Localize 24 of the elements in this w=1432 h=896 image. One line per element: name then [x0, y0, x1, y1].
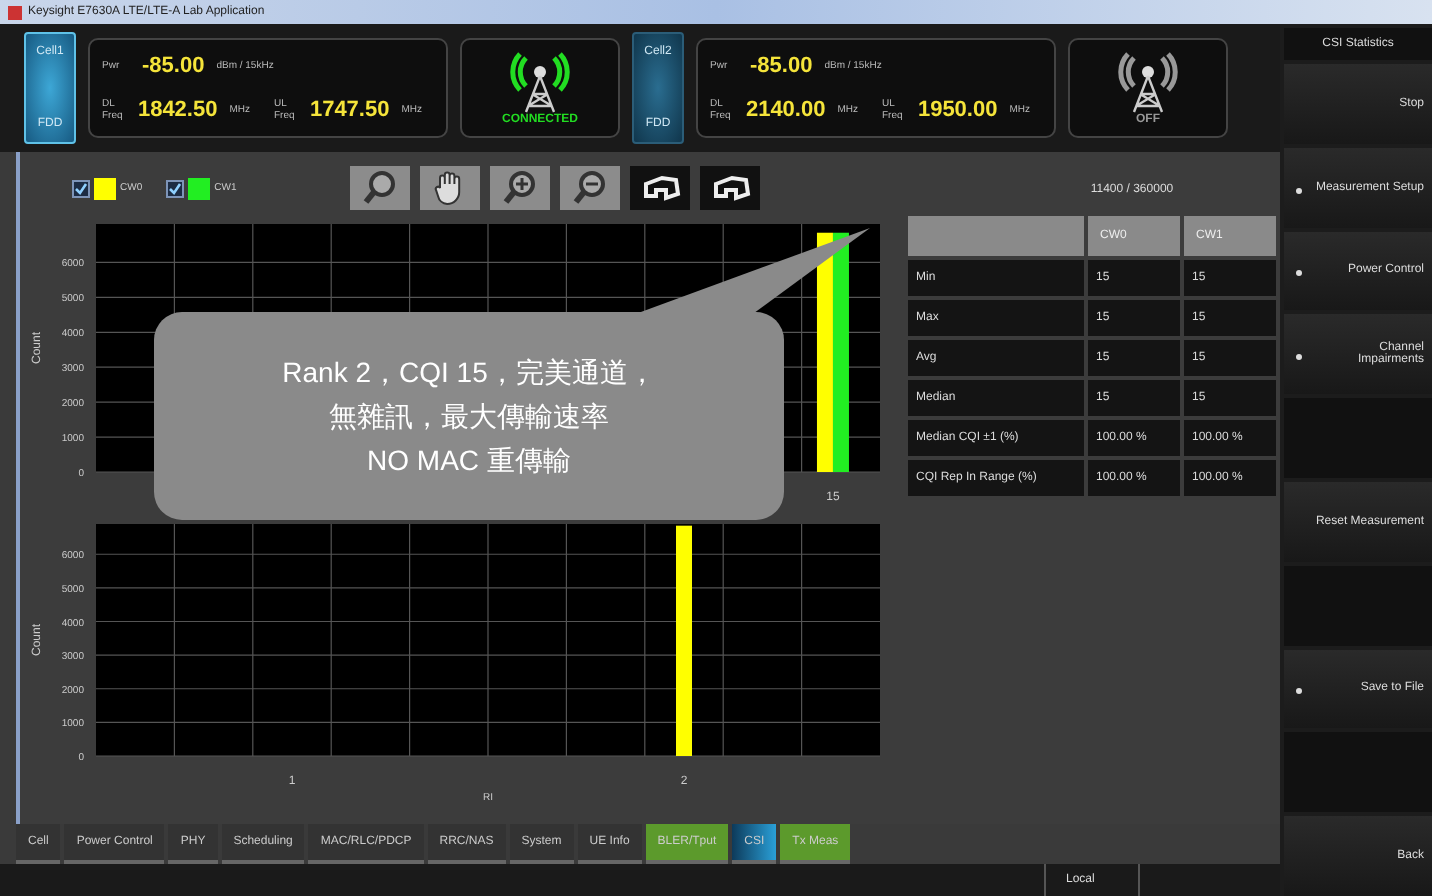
- callout-text: NO MAC 重傳輸: [367, 443, 571, 477]
- checkbox[interactable]: [72, 179, 90, 197]
- undo-icon: [638, 172, 683, 204]
- app-icon: [8, 5, 22, 19]
- callout-text: 無雜訊，最大傳輸速率: [329, 399, 609, 433]
- undo-icon: [708, 172, 753, 204]
- toolbar-button[interactable]: [420, 166, 481, 210]
- toolbar-button[interactable]: [700, 166, 761, 210]
- magnifier-icon: [362, 170, 399, 206]
- power-value: -85.00: [142, 54, 205, 78]
- checkmark-icon: [74, 181, 88, 195]
- frequency-value: 1842.50: [137, 98, 218, 122]
- zoom-out-icon: [572, 170, 609, 206]
- checkmark-icon: [168, 181, 183, 195]
- frequency-value: 2140.00: [745, 98, 826, 122]
- frequency-value: 1747.50: [309, 98, 390, 122]
- signal-tower-icon: [1118, 50, 1178, 114]
- checkbox[interactable]: [166, 179, 185, 197]
- callout-text: Rank 2，CQI 15，完美通道，: [282, 355, 656, 389]
- zoom-in-icon: [502, 170, 539, 206]
- signal-tower-icon: [510, 50, 570, 114]
- frequency-value: 1950.00: [917, 98, 998, 122]
- toolbar-button[interactable]: [630, 166, 691, 210]
- power-value: -85.00: [750, 54, 813, 78]
